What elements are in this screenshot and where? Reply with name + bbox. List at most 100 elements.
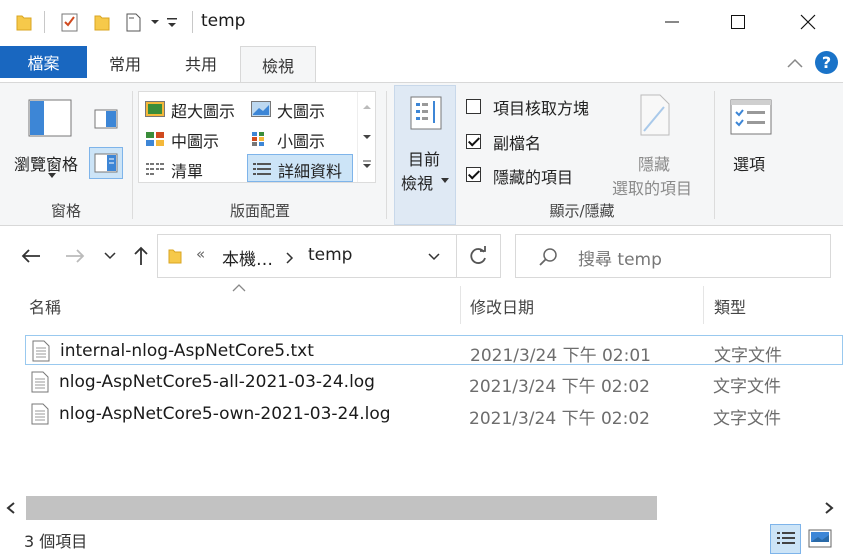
layout-group-label: 版面配置 xyxy=(229,202,290,220)
file-row[interactable]: nlog-AspNetCore5-all-2021-03-24.log 2021… xyxy=(25,367,843,397)
file-extensions-checkbox[interactable] xyxy=(466,134,481,149)
chevron-down-icon[interactable] xyxy=(150,18,160,26)
properties-icon[interactable] xyxy=(60,12,80,32)
recent-locations-icon[interactable] xyxy=(104,252,116,260)
layout-item-label: 中圖示 xyxy=(171,132,220,151)
column-header-name[interactable]: 名稱 xyxy=(29,294,61,318)
address-bar[interactable]: « 本機… temp xyxy=(157,234,457,278)
current-view-label-2: 檢視 xyxy=(401,174,434,193)
options-button[interactable]: 選項 xyxy=(722,89,782,189)
small-icons-icon xyxy=(252,132,264,146)
details-pane-icon xyxy=(94,153,118,173)
layout-large-icons[interactable]: 大圖示 xyxy=(247,96,351,122)
minimize-button[interactable] xyxy=(649,0,695,44)
folder-icon xyxy=(168,249,182,264)
tab-share[interactable]: 共用 xyxy=(172,46,230,80)
collapse-ribbon-icon[interactable] xyxy=(786,56,804,70)
layout-extra-large-icons[interactable]: 超大圖示 xyxy=(141,96,245,122)
tab-home[interactable]: 常用 xyxy=(97,46,153,80)
more-icon[interactable] xyxy=(362,160,372,170)
file-name: nlog-AspNetCore5-own-2021-03-24.log xyxy=(59,404,391,424)
search-icon xyxy=(539,248,557,266)
tab-file[interactable]: 檔案 xyxy=(0,46,87,78)
details-view-button[interactable] xyxy=(770,524,801,554)
title-bar: temp xyxy=(0,0,843,44)
hide-selected-icon xyxy=(640,94,670,136)
current-view-label-1: 目前 xyxy=(408,150,441,169)
large-icons-icon xyxy=(251,101,271,117)
preview-pane-icon[interactable] xyxy=(94,109,118,129)
chevron-up-icon[interactable] xyxy=(362,104,372,110)
file-name: internal-nlog-AspNetCore5.txt xyxy=(60,341,314,361)
breadcrumb-temp[interactable]: temp xyxy=(308,245,352,265)
breadcrumb-this-pc[interactable]: 本機… xyxy=(222,245,273,270)
item-checkboxes-checkbox[interactable] xyxy=(466,99,481,114)
up-arrow-icon[interactable] xyxy=(132,246,150,266)
current-view-icon xyxy=(410,96,442,130)
column-divider[interactable] xyxy=(703,286,704,324)
customize-toolbar-icon[interactable] xyxy=(166,16,178,30)
document-icon[interactable] xyxy=(124,12,146,32)
layout-item-label: 詳細資料 xyxy=(278,162,343,181)
layout-small-icons[interactable]: 小圖示 xyxy=(247,126,351,152)
separator xyxy=(192,11,193,33)
text-file-icon xyxy=(31,403,49,425)
panes-group-label: 窗格 xyxy=(50,202,81,220)
text-file-icon xyxy=(32,340,50,362)
layout-item-label: 大圖示 xyxy=(277,102,326,121)
scroll-left-icon[interactable] xyxy=(6,502,16,514)
ribbon-tabs: 檔案 常用 共用 檢視 ? xyxy=(0,44,843,83)
address-row: « 本機… temp 搜尋 temp xyxy=(0,226,843,284)
chevron-down-icon[interactable] xyxy=(428,253,440,261)
overflow-indicator[interactable]: « xyxy=(196,245,205,263)
list-icon xyxy=(146,163,164,175)
layout-item-label: 超大圖示 xyxy=(171,102,236,121)
file-name: nlog-AspNetCore5-all-2021-03-24.log xyxy=(59,372,375,392)
details-pane-button[interactable] xyxy=(89,147,123,179)
file-type: 文字文件 xyxy=(713,409,781,429)
layout-medium-icons[interactable]: 中圖示 xyxy=(141,126,245,152)
forward-arrow-icon[interactable] xyxy=(64,247,86,265)
back-arrow-icon[interactable] xyxy=(20,247,42,265)
chevron-right-icon[interactable] xyxy=(286,252,294,264)
help-icon[interactable]: ? xyxy=(815,51,838,74)
refresh-button[interactable] xyxy=(457,234,501,278)
file-type: 文字文件 xyxy=(713,377,781,397)
search-box[interactable]: 搜尋 temp xyxy=(515,234,831,278)
layout-item-label: 清單 xyxy=(171,162,204,181)
layout-list[interactable]: 清單 xyxy=(141,156,245,182)
new-folder-icon[interactable] xyxy=(94,12,110,32)
navigation-pane-button[interactable]: 瀏覽窗格 xyxy=(8,89,88,189)
hide-selected-items-button[interactable]: 隱藏 選取的項目 xyxy=(608,89,704,198)
file-row[interactable]: nlog-AspNetCore5-own-2021-03-24.log 2021… xyxy=(25,399,843,429)
chevron-down-icon xyxy=(48,173,56,178)
chevron-down-icon[interactable] xyxy=(362,134,372,140)
navigation-pane-icon xyxy=(28,99,72,137)
current-view-button[interactable]: 目前 檢視 xyxy=(394,85,456,225)
ribbon: 瀏覽窗格 窗格 超大圖示 大圖示 中圖示 小圖示 清單 詳細資料 版面配置 目前… xyxy=(0,82,843,226)
hidden-items-checkbox[interactable] xyxy=(466,167,481,182)
layout-item-label: 小圖示 xyxy=(277,132,326,151)
scroll-right-icon[interactable] xyxy=(824,502,834,514)
file-type: 文字文件 xyxy=(714,346,782,366)
show-hide-group-label: 顯示/隱藏 xyxy=(549,202,615,220)
hide-selected-label-2: 選取的項目 xyxy=(612,179,693,198)
hide-selected-label-1: 隱藏 xyxy=(638,155,671,174)
close-button[interactable] xyxy=(785,0,831,44)
layout-details[interactable]: 詳細資料 xyxy=(247,154,353,182)
large-icons-view-icon[interactable] xyxy=(808,529,832,549)
item-checkboxes-label: 項目核取方塊 xyxy=(493,99,590,118)
file-row[interactable]: internal-nlog-AspNetCore5.txt 2021/3/24 … xyxy=(25,335,843,366)
file-date: 2021/3/24 下午 02:02 xyxy=(469,409,650,429)
tab-view[interactable]: 檢視 xyxy=(240,46,316,83)
column-header-date[interactable]: 修改日期 xyxy=(470,294,534,318)
column-divider[interactable] xyxy=(460,286,461,324)
options-icon xyxy=(730,99,772,135)
horizontal-scrollbar[interactable] xyxy=(0,496,843,520)
maximize-button[interactable] xyxy=(715,0,761,44)
item-count: 3 個項目 xyxy=(24,532,88,551)
gallery-scrollbar[interactable] xyxy=(357,92,375,182)
scrollbar-thumb[interactable] xyxy=(26,496,657,520)
column-header-type[interactable]: 類型 xyxy=(714,294,746,318)
minimize-icon xyxy=(665,21,679,23)
